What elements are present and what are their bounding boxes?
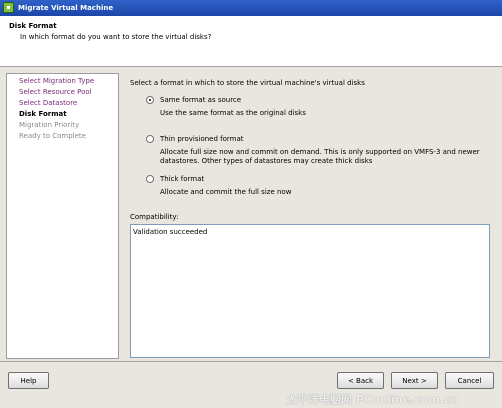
page-subtitle: In which format do you want to store the…	[20, 33, 212, 41]
step-select-migration-type[interactable]: Select Migration Type	[19, 77, 94, 85]
compatibility-message: Validation succeeded	[133, 228, 208, 236]
step-select-resource-pool[interactable]: Select Resource Pool	[19, 88, 92, 96]
help-button[interactable]: Help	[8, 372, 49, 389]
radio-thick-format[interactable]	[146, 175, 154, 183]
step-migration-priority: Migration Priority	[19, 121, 80, 129]
back-button[interactable]: < Back	[337, 372, 384, 389]
disk-format-panel: Select a format in which to store the vi…	[124, 73, 496, 361]
page-title: Disk Format	[9, 22, 57, 30]
option-thick-format-label[interactable]: Thick format	[160, 175, 204, 183]
step-select-datastore[interactable]: Select Datastore	[19, 99, 77, 107]
wizard-header: Disk Format In which format do you want …	[0, 16, 502, 67]
compatibility-label: Compatibility:	[130, 213, 179, 221]
compatibility-box[interactable]: Validation succeeded	[130, 224, 490, 358]
title-bar: Migrate Virtual Machine	[0, 0, 502, 16]
cancel-button[interactable]: Cancel	[445, 372, 494, 389]
window-title: Migrate Virtual Machine	[18, 4, 114, 12]
radio-thin-provisioned[interactable]	[146, 135, 154, 143]
option-thin-provisioned-label[interactable]: Thin provisioned format	[160, 135, 244, 143]
radio-same-format[interactable]	[146, 96, 154, 104]
vmware-app-icon	[3, 2, 14, 13]
option-thick-format-desc: Allocate and commit the full size now	[160, 188, 292, 196]
step-ready-to-complete: Ready to Complete	[19, 132, 86, 140]
option-same-format-desc: Use the same format as the original disk…	[160, 109, 306, 117]
option-same-format-label[interactable]: Same format as source	[160, 96, 241, 104]
next-button[interactable]: Next >	[391, 372, 438, 389]
intro-text: Select a format in which to store the vi…	[130, 79, 365, 87]
step-disk-format: Disk Format	[19, 110, 67, 118]
wizard-steps-list: Select Migration Type Select Resource Po…	[6, 73, 119, 359]
site-watermark: 太平洋电脑网 PConline.com.cn	[286, 393, 459, 406]
option-thin-provisioned-desc-2: datastores. Other types of datastores ma…	[160, 157, 373, 165]
